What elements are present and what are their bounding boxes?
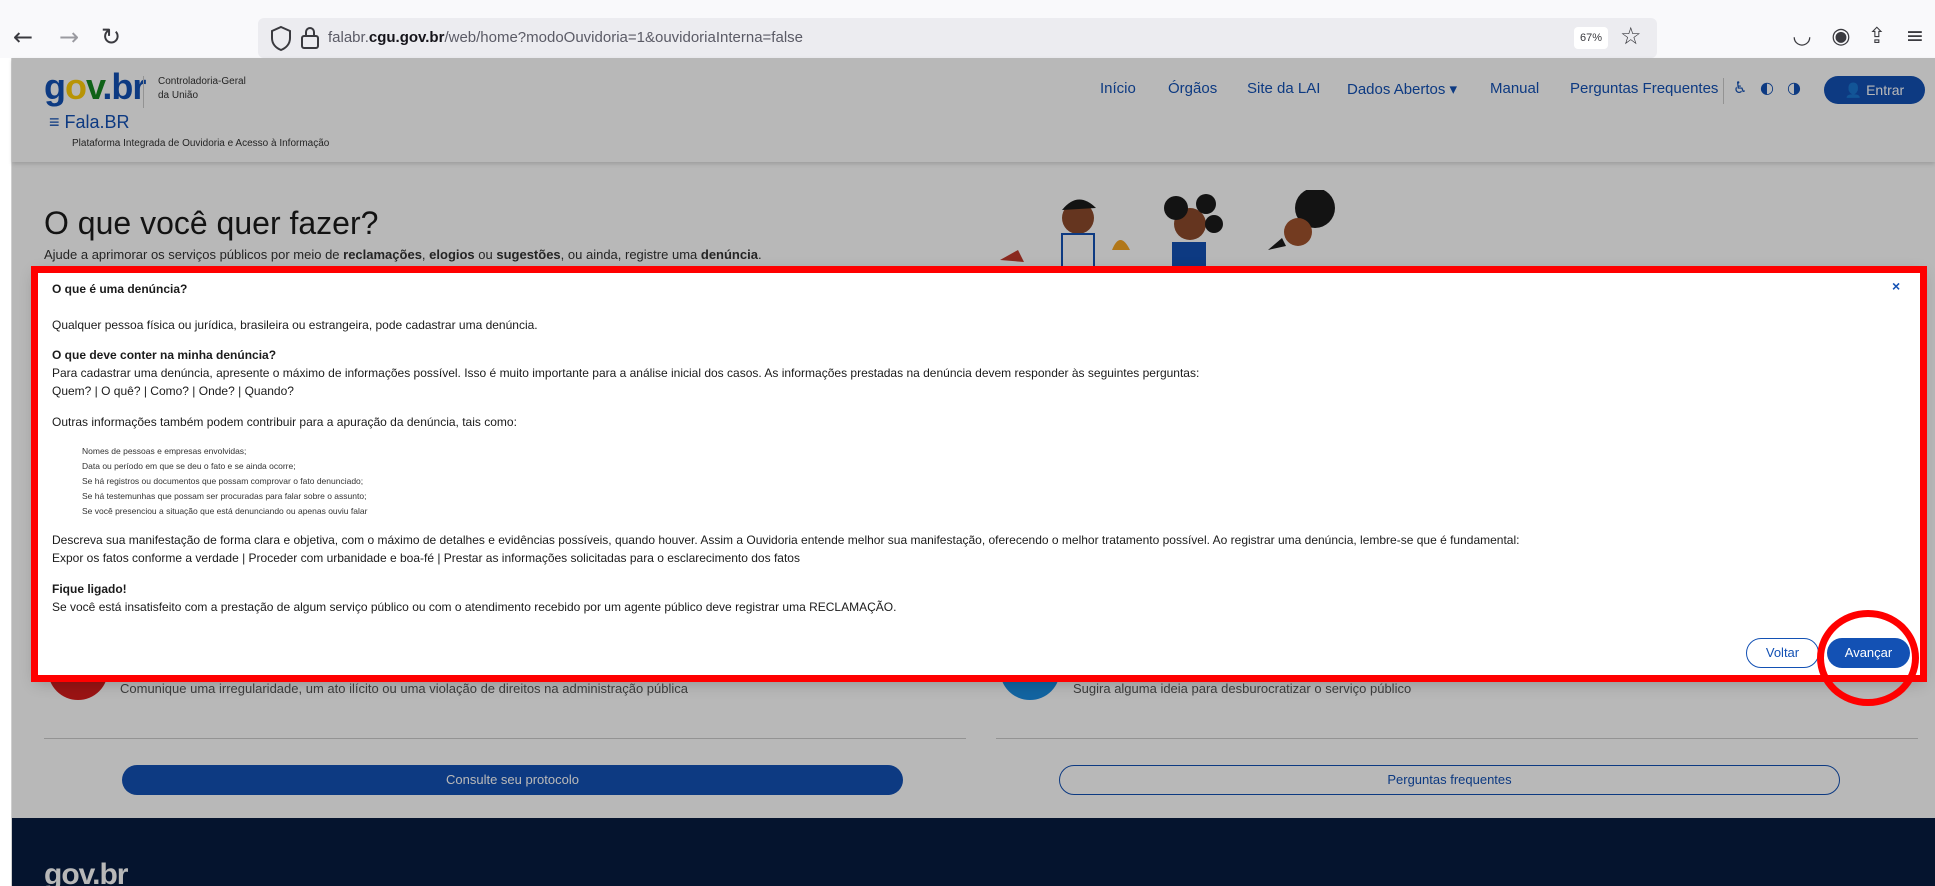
dialog-principles: Expor os fatos conforme a verdade | Proc… bbox=[52, 551, 800, 565]
divider-left bbox=[44, 738, 966, 739]
nav-divider bbox=[1723, 78, 1724, 104]
list-item: Nomes de pessoas e empresas envolvidas; bbox=[82, 446, 247, 456]
high-contrast-icon[interactable]: ◐ bbox=[1760, 78, 1774, 97]
dialog-paragraph-other-info: Outras informações também podem contribu… bbox=[52, 415, 517, 429]
lock-icon[interactable] bbox=[298, 24, 322, 52]
pocket-icon[interactable]: ◡ bbox=[1787, 22, 1817, 52]
dialog-paragraph-reclamacao: Se você está insatisfeito com a prestaçã… bbox=[52, 600, 897, 614]
next-button[interactable]: Avançar bbox=[1827, 638, 1910, 668]
app-name[interactable]: ≡ Fala.BR bbox=[49, 112, 130, 133]
dialog-questions: Quem? | O quê? | Como? | Onde? | Quando? bbox=[52, 384, 294, 398]
login-button[interactable]: 👤 Entrar bbox=[1824, 76, 1925, 104]
people-illustration bbox=[1000, 190, 1335, 270]
vlibras-icon[interactable]: ♿ bbox=[1733, 78, 1747, 97]
nav-dados-abertos[interactable]: Dados Abertos ▾ bbox=[1347, 80, 1457, 98]
dialog-paragraph-describe: Descreva sua manifestação de forma clara… bbox=[52, 533, 1520, 547]
page-title: O que você quer fazer? bbox=[44, 205, 379, 241]
list-item: Data ou período em que se deu o fato e s… bbox=[82, 461, 296, 471]
menu-icon[interactable]: ≡ bbox=[1900, 22, 1930, 52]
reload-icon[interactable]: ↻ bbox=[96, 22, 126, 52]
govbr-logo[interactable]: gov.br bbox=[44, 66, 146, 108]
list-item: Se você presenciou a situação que está d… bbox=[82, 506, 368, 516]
url-text[interactable]: falabr.cgu.gov.br/web/home?modoOuvidoria… bbox=[328, 29, 803, 46]
nav-perguntas-frequentes[interactable]: Perguntas Frequentes bbox=[1570, 80, 1718, 97]
app-subtitle: Plataforma Integrada de Ouvidoria e Aces… bbox=[72, 138, 330, 149]
denuncia-card-description: Comunique uma irregularidade, um ato ilí… bbox=[120, 681, 688, 696]
address-bar[interactable]: falabr.cgu.gov.br/web/home?modoOuvidoria… bbox=[258, 18, 1657, 58]
list-item: Se há testemunhas que possam ser procura… bbox=[82, 491, 367, 501]
dialog-paragraph-contents: Para cadastrar uma denúncia, apresente o… bbox=[52, 366, 1200, 380]
list-item: Se há registros ou documentos que possam… bbox=[82, 476, 364, 486]
dialog-heading-contents: O que deve conter na minha denúncia? bbox=[52, 348, 277, 362]
dialog-title: O que é uma denúncia? bbox=[52, 282, 188, 296]
forward-icon[interactable]: → bbox=[54, 22, 84, 52]
zoom-level-badge[interactable]: 67% bbox=[1574, 27, 1608, 49]
window-left-edge bbox=[0, 58, 12, 886]
org-name: Controladoria-Geral da União bbox=[158, 76, 246, 101]
site-footer: gov.br bbox=[12, 818, 1935, 886]
share-icon[interactable]: ⇪ bbox=[1862, 22, 1892, 52]
nav-inicio[interactable]: Início bbox=[1100, 80, 1136, 97]
nav-orgaos[interactable]: Órgãos bbox=[1168, 80, 1217, 97]
logo-divider bbox=[143, 76, 144, 108]
bookmark-star-icon[interactable]: ☆ bbox=[1620, 22, 1642, 50]
perguntas-frequentes-button[interactable]: Perguntas frequentes bbox=[1059, 765, 1840, 795]
back-button[interactable]: Voltar bbox=[1746, 638, 1819, 668]
divider-right bbox=[996, 738, 1918, 739]
site-header: gov.br Controladoria-Geral da União ≡ Fal… bbox=[12, 58, 1935, 162]
denuncia-info-dialog: O que é uma denúncia? × Qualquer pessoa … bbox=[36, 270, 1922, 678]
shield-icon[interactable] bbox=[268, 24, 294, 52]
nav-site-da-lai[interactable]: Site da LAI bbox=[1247, 80, 1320, 97]
dialog-paragraph-who: Qualquer pessoa física ou jurídica, bras… bbox=[52, 318, 538, 332]
nav-manual[interactable]: Manual bbox=[1490, 80, 1539, 97]
dark-mode-icon[interactable]: ◑ bbox=[1787, 78, 1801, 97]
page-subtitle: Ajude a aprimorar os serviços públicos p… bbox=[44, 247, 762, 262]
simplifique-card-description: Sugira alguma ideia para desburocratizar… bbox=[1073, 681, 1412, 696]
account-icon[interactable]: ◉ bbox=[1826, 22, 1856, 52]
footer-govbr-logo: gov.br bbox=[44, 858, 128, 886]
consulte-protocolo-button[interactable]: Consulte seu protocolo bbox=[122, 765, 903, 795]
back-icon[interactable]: ← bbox=[8, 22, 38, 52]
close-icon[interactable]: × bbox=[1892, 278, 1900, 294]
dialog-heading-fique-ligado: Fique ligado! bbox=[52, 582, 127, 596]
